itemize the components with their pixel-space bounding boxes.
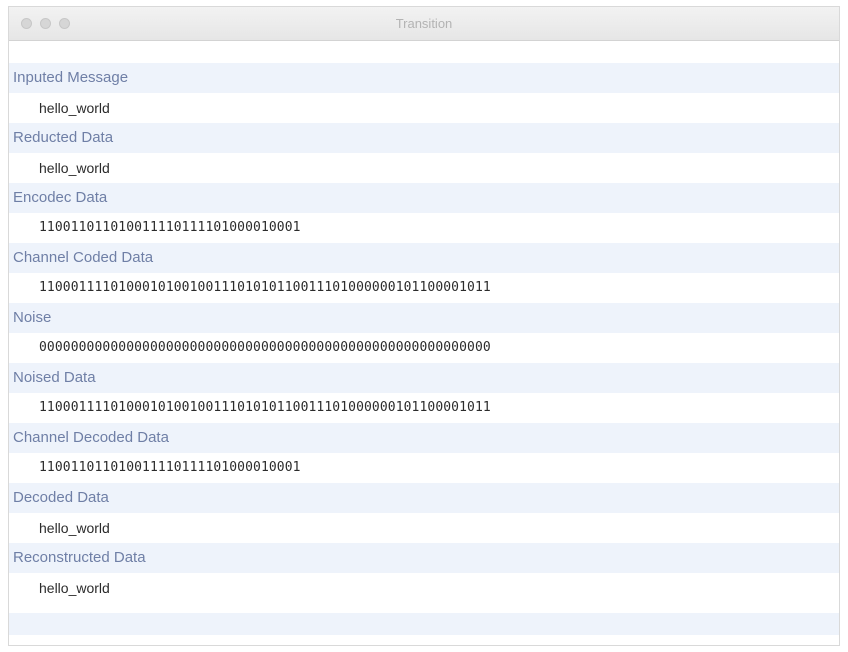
label-encoded-data: Encodec Data	[9, 183, 839, 213]
label-decoded-data: Decoded Data	[9, 483, 839, 513]
transition-window: Transition Inputed Message hello_world R…	[8, 6, 840, 646]
value-reducted-data: hello_world	[9, 153, 839, 183]
value-reconstructed-data: hello_world	[9, 573, 839, 603]
label-inputed-message: Inputed Message	[9, 63, 839, 93]
label-channel-decoded-data: Channel Decoded Data	[9, 423, 839, 453]
label-reducted-data: Reducted Data	[9, 123, 839, 153]
value-inputed-message: hello_world	[9, 93, 839, 123]
title-bar: Transition	[9, 7, 839, 41]
value-decoded-data: hello_world	[9, 513, 839, 543]
value-encoded-data: 110011011010011110111101000010001	[9, 213, 839, 243]
empty-list-row	[9, 613, 839, 635]
label-channel-coded-data: Channel Coded Data	[9, 243, 839, 273]
label-reconstructed-data: Reconstructed Data	[9, 543, 839, 573]
value-channel-decoded-data: 110011011010011110111101000010001	[9, 453, 839, 483]
label-noise: Noise	[9, 303, 839, 333]
value-noised-data: 1100011110100010100100111010101100111010…	[9, 393, 839, 423]
value-noise: 0000000000000000000000000000000000000000…	[9, 333, 839, 363]
label-noised-data: Noised Data	[9, 363, 839, 393]
data-list: Inputed Message hello_world Reducted Dat…	[9, 63, 839, 603]
value-channel-coded-data: 1100011110100010100100111010101100111010…	[9, 273, 839, 303]
window-title: Transition	[395, 16, 453, 31]
